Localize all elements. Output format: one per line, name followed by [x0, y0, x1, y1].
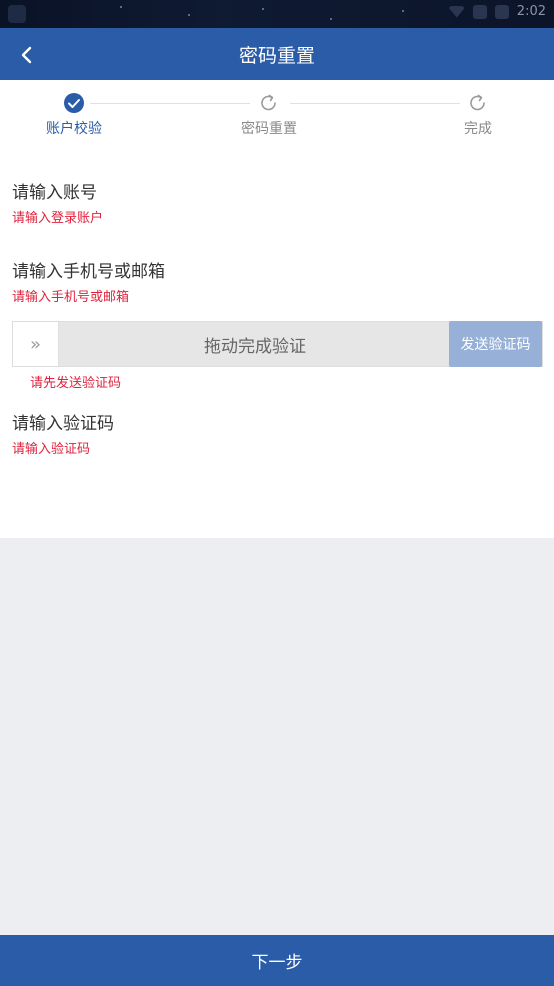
step-account-verify: 账户校验	[44, 92, 104, 138]
slider-handle[interactable]: »	[13, 322, 59, 366]
star-dot	[120, 6, 122, 8]
phone-email-error: 请输入手机号或邮箱	[12, 290, 130, 305]
step-connector	[290, 103, 460, 104]
back-button[interactable]	[14, 42, 40, 68]
step-label: 账户校验	[46, 121, 102, 137]
refresh-icon	[467, 92, 489, 114]
status-indicators: 2:02	[448, 4, 546, 19]
form-panel: 账户校验 密码重置 完成 请输入账号 请输入登录账户 请输入手机号或邮箱 请输入	[0, 80, 554, 538]
slide-verify[interactable]: » 拖动完成验证 发送验证码	[12, 321, 543, 367]
step-label: 密码重置	[241, 121, 297, 137]
code-field[interactable]: 请输入验证码	[12, 409, 114, 434]
account-error: 请输入登录账户	[12, 211, 104, 226]
refresh-icon	[258, 92, 280, 114]
check-circle-icon	[63, 92, 85, 114]
send-code-button[interactable]: 发送验证码	[449, 321, 542, 367]
step-connector	[90, 103, 250, 104]
step-password-reset: 密码重置	[237, 92, 301, 138]
chevron-left-icon	[21, 46, 32, 64]
star-dot	[330, 18, 332, 20]
double-chevron-right-icon: »	[29, 333, 41, 355]
star-dot	[402, 10, 404, 12]
notification-icon	[8, 5, 26, 23]
slider-hint: 拖动完成验证	[204, 336, 306, 357]
battery-icon	[494, 4, 509, 19]
step-complete: 完成	[458, 92, 498, 138]
signal-icon	[472, 4, 487, 19]
page-title: 密码重置	[238, 44, 315, 67]
next-step-button[interactable]: 下一步	[0, 935, 554, 986]
star-dot	[262, 8, 264, 10]
progress-steps: 账户校验 密码重置 完成	[0, 92, 554, 152]
star-dot	[188, 14, 190, 16]
send-code-error: 请先发送验证码	[30, 376, 122, 391]
status-time: 2:02	[516, 4, 546, 19]
phone-email-field[interactable]: 请输入手机号或邮箱	[12, 257, 165, 282]
wifi-icon	[448, 5, 465, 18]
account-field[interactable]: 请输入账号	[12, 178, 97, 203]
status-bar: 2:02	[0, 0, 554, 28]
step-label: 完成	[464, 121, 492, 137]
code-error: 请输入验证码	[12, 442, 91, 457]
nav-bar: 密码重置	[0, 28, 554, 80]
